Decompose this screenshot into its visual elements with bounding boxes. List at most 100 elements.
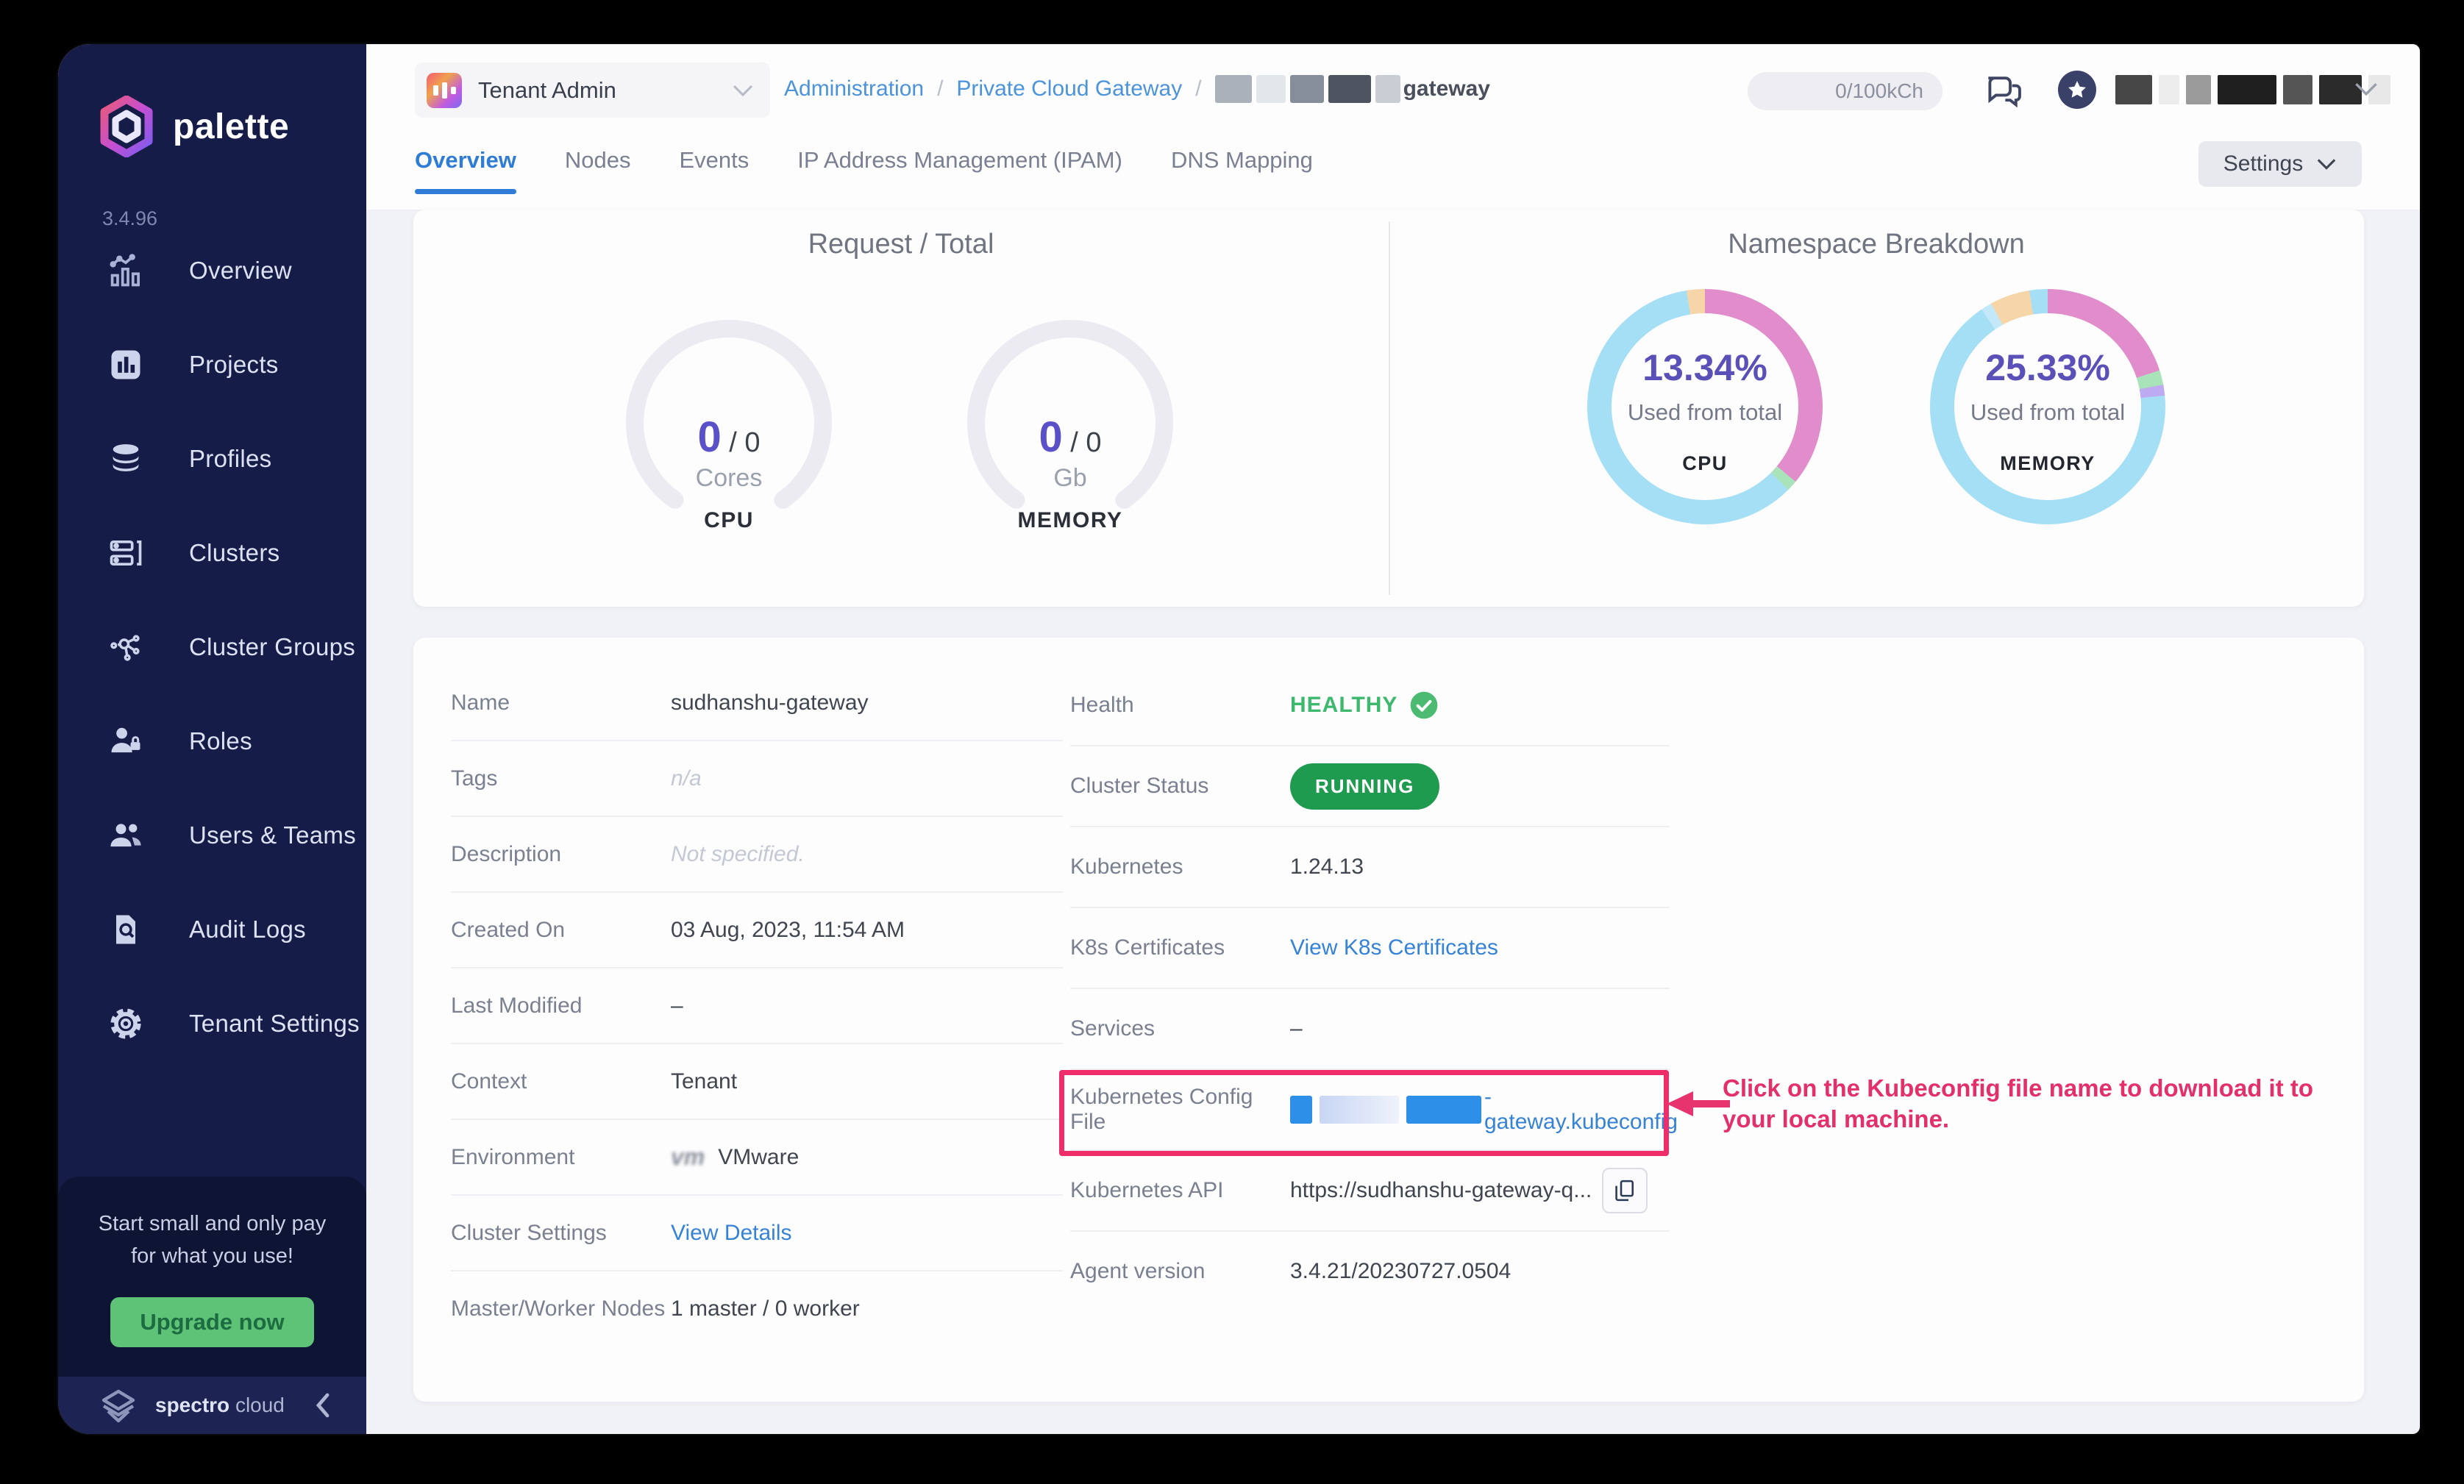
last-modified-value: – — [671, 994, 683, 1019]
gateway-details-card: Name sudhanshu-gateway Tags n/a Descript… — [413, 638, 2364, 1402]
vmware-logo: vm — [671, 1144, 705, 1171]
annotation-text: Click on the Kubeconfig file name to dow… — [1723, 1073, 2313, 1135]
collapse-sidebar-icon[interactable] — [312, 1391, 334, 1420]
request-total-title: Request / Total — [413, 229, 1389, 260]
annotation-arrow-icon — [1667, 1088, 1730, 1120]
main-area: Tenant Admin Administration / Private Cl… — [366, 44, 2420, 1434]
palette-logo[interactable]: palette — [99, 96, 289, 157]
sidebar-item-label: Roles — [189, 727, 252, 755]
sidebar-item-roles[interactable]: Roles — [58, 694, 366, 788]
sidebar-item-overview[interactable]: Overview — [58, 224, 366, 318]
memory-donut-percent: 25.33% — [1930, 346, 2165, 389]
projects-icon — [105, 344, 146, 385]
copy-icon[interactable] — [1602, 1168, 1648, 1213]
brand-name: palette — [173, 107, 289, 147]
users-teams-icon — [105, 815, 146, 856]
user-menu-chevron-icon[interactable] — [2354, 81, 2379, 97]
sidebar-item-users-teams[interactable]: Users & Teams — [58, 788, 366, 882]
detail-row-environment: Environment vmVMware — [451, 1120, 1063, 1196]
health-status-value: HEALTHY — [1290, 693, 1397, 718]
scope-selector[interactable]: Tenant Admin — [415, 63, 770, 118]
context-value: Tenant — [671, 1069, 737, 1094]
created-on-value: 03 Aug, 2023, 11:54 AM — [671, 918, 905, 943]
breadcrumb: Administration / Private Cloud Gateway /… — [784, 75, 1490, 103]
tags-value: n/a — [671, 766, 702, 791]
detail-row-kubeconfig: Kubernetes Config File -gateway.kubeconf… — [1070, 1070, 1670, 1151]
detail-row-k8s-certificates: K8s Certificates View K8s Certificates — [1070, 908, 1670, 989]
app-window: palette 3.4.96 Overview Proje — [58, 44, 2420, 1434]
tab-overview[interactable]: Overview — [415, 147, 516, 194]
memory-donut-text: 25.33% Used from total MEMORY — [1930, 289, 2165, 475]
spectro-cloud-logo-icon — [98, 1387, 139, 1424]
usage-quota-pill[interactable]: 0/100kCh — [1748, 72, 1943, 110]
detail-row-health: Health HEALTHY — [1070, 666, 1670, 746]
detail-row-tags: Tags n/a — [451, 741, 1063, 817]
sidebar-item-label: Cluster Groups — [189, 633, 355, 661]
sidebar-item-cluster-groups[interactable]: Cluster Groups — [58, 600, 366, 694]
detail-row-last-modified: Last Modified – — [451, 968, 1063, 1044]
upsell-text-line1: Start small and only pay — [58, 1207, 366, 1240]
detail-row-description: Description Not specified. — [451, 817, 1063, 893]
sidebar-item-label: Audit Logs — [189, 916, 306, 943]
redacted-user-name — [2115, 75, 2390, 104]
tab-events[interactable]: Events — [679, 147, 749, 194]
healthy-check-icon — [1409, 691, 1439, 720]
services-value: – — [1290, 1016, 1303, 1041]
sidebar-footer: spectro cloud — [58, 1377, 366, 1434]
master-worker-value: 1 master / 0 worker — [671, 1296, 860, 1321]
upgrade-now-button[interactable]: Upgrade now — [110, 1297, 313, 1347]
environment-value: vmVMware — [671, 1144, 799, 1171]
sidebar-item-label: Overview — [189, 257, 292, 285]
chat-icon[interactable] — [1981, 68, 2026, 113]
view-k8s-certificates-link[interactable]: View K8s Certificates — [1290, 935, 1498, 960]
spectro-cloud-wordmark: spectro cloud — [155, 1394, 285, 1417]
sidebar-item-tenant-settings[interactable]: Tenant Settings — [58, 977, 366, 1071]
sidebar-menu: Overview Projects Profiles — [58, 224, 366, 1071]
sidebar-item-label: Users & Teams — [189, 821, 356, 849]
details-right-column: Health HEALTHY Cluster Status RUNNING Ku… — [1070, 666, 1670, 1311]
cluster-status-badge: RUNNING — [1290, 763, 1439, 810]
memory-gauge-unit: Gb — [953, 464, 1188, 493]
upsell-panel: Start small and only pay for what you us… — [58, 1177, 366, 1377]
chevron-down-icon — [2316, 157, 2337, 171]
tab-nodes[interactable]: Nodes — [565, 147, 631, 194]
details-left-column: Name sudhanshu-gateway Tags n/a Descript… — [451, 666, 1063, 1346]
cpu-gauge-unit: Cores — [611, 464, 847, 493]
breadcrumb-administration[interactable]: Administration — [784, 76, 924, 101]
roles-icon — [105, 721, 146, 762]
redacted-gateway-name — [1215, 75, 1400, 103]
tab-ipam[interactable]: IP Address Management (IPAM) — [797, 147, 1122, 194]
sidebar-item-projects[interactable]: Projects — [58, 318, 366, 412]
sidebar: palette 3.4.96 Overview Proje — [58, 44, 366, 1434]
sidebar-item-clusters[interactable]: Clusters — [58, 506, 366, 600]
tab-dns-mapping[interactable]: DNS Mapping — [1171, 147, 1313, 194]
breadcrumb-separator: / — [937, 76, 943, 101]
settings-button[interactable]: Settings — [2198, 141, 2362, 187]
detail-row-master-worker: Master/Worker Nodes 1 master / 0 worker — [451, 1271, 1063, 1346]
detail-row-kubernetes-api: Kubernetes API https://sudhanshu-gateway… — [1070, 1151, 1670, 1232]
breadcrumb-private-cloud-gateway[interactable]: Private Cloud Gateway — [956, 76, 1182, 101]
sidebar-item-label: Clusters — [189, 539, 279, 567]
favorites-star-icon[interactable] — [2058, 71, 2096, 109]
namespace-breakdown-title: Namespace Breakdown — [1389, 229, 2364, 260]
audit-logs-icon — [105, 909, 146, 950]
cpu-gauge-value: 0 / 0 — [611, 413, 847, 462]
cpu-donut-percent: 13.34% — [1587, 346, 1823, 389]
detail-row-name: Name sudhanshu-gateway — [451, 666, 1063, 741]
memory-request-gauge: 0 / 0 Gb MEMORY — [953, 305, 1188, 541]
clusters-icon — [105, 532, 146, 574]
kubeconfig-download-link[interactable]: -gateway.kubeconfig — [1484, 1085, 1678, 1135]
sidebar-item-profiles[interactable]: Profiles — [58, 412, 366, 506]
cpu-donut-subtitle: Used from total — [1587, 399, 1823, 426]
sidebar-item-audit-logs[interactable]: Audit Logs — [58, 882, 366, 977]
memory-donut-label: MEMORY — [1930, 452, 2165, 475]
memory-gauge-label: MEMORY — [953, 508, 1188, 533]
sidebar-item-label: Tenant Settings — [189, 1010, 360, 1038]
view-details-link[interactable]: View Details — [671, 1221, 792, 1246]
cpu-gauge-label: CPU — [611, 508, 847, 533]
cluster-groups-icon — [105, 627, 146, 668]
description-value: Not specified. — [671, 842, 805, 867]
settings-button-label: Settings — [2223, 151, 2303, 176]
usage-quota-value: 0/100kCh — [1835, 79, 1923, 103]
card-divider — [1389, 221, 1390, 595]
